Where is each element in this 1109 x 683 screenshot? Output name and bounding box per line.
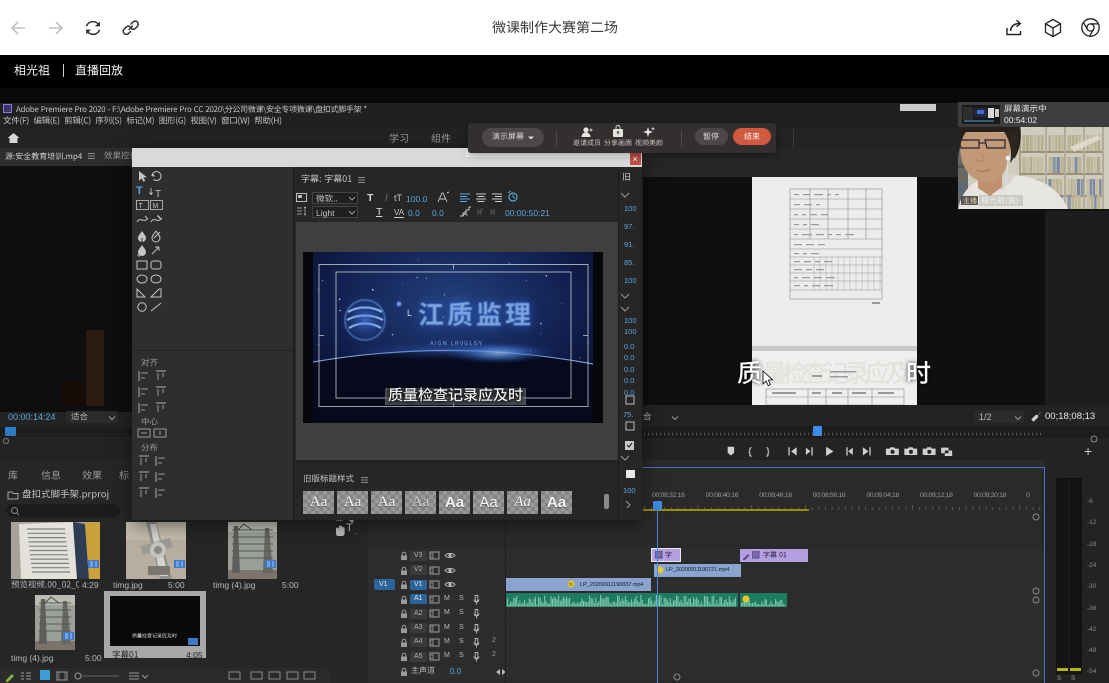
svg-text:T: T [139,203,144,210]
svg-text:A: A [463,211,468,218]
svg-text:M: M [153,203,159,210]
svg-text:fx: fx [569,582,573,588]
svg-text:T: T [155,189,161,198]
